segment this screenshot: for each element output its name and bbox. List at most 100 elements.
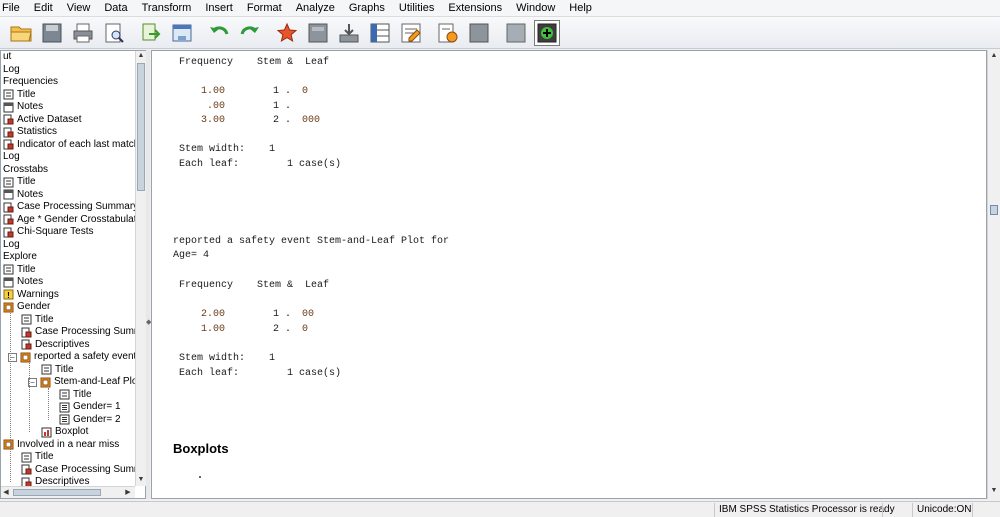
show-all-icon[interactable] <box>503 20 529 46</box>
outline-item[interactable]: Title <box>21 314 54 327</box>
undo-icon[interactable] <box>206 20 232 46</box>
outline-item[interactable]: Chi-Square Tests <box>3 226 94 239</box>
outline-item-label: Crosstabs <box>3 163 49 175</box>
outline-item[interactable]: Title <box>3 176 36 189</box>
outline-item[interactable]: Notes <box>3 276 43 289</box>
processor-status: IBM SPSS Statistics Processor is ready <box>714 503 895 517</box>
outline-item[interactable]: Descriptives <box>21 339 89 352</box>
scroll-left-arrow-icon[interactable]: ◀ <box>1 488 11 498</box>
recall-dialog-icon[interactable] <box>169 20 195 46</box>
title-icon <box>3 264 17 275</box>
menu-file[interactable]: File <box>0 0 27 17</box>
outline-item[interactable]: Gender= 1 <box>59 401 121 414</box>
add-output-icon[interactable] <box>534 19 560 46</box>
warning-icon: ! <box>3 289 17 300</box>
outline-item[interactable]: Case Processing Summary <box>3 201 135 214</box>
outline-item-label: Case Processing Summary <box>35 463 135 475</box>
menu-edit[interactable]: Edit <box>27 0 60 17</box>
plot-title: reported a safety event Stem-and-Leaf Pl… <box>173 236 450 247</box>
menu-analyze[interactable]: Analyze <box>289 0 342 17</box>
outline-item[interactable]: ut <box>3 51 11 64</box>
outline-item-label: Gender <box>17 301 51 312</box>
scroll-down-arrow-icon[interactable]: ▼ <box>136 475 146 485</box>
outline-item[interactable]: ! Warnings <box>3 289 59 302</box>
outline-item[interactable]: Boxplot <box>41 426 88 439</box>
outline-item[interactable]: Notes <box>3 189 43 202</box>
create-title-icon[interactable] <box>435 20 461 46</box>
outline-item-label: Gender= 2 <box>73 413 121 425</box>
export-icon[interactable] <box>138 20 164 46</box>
goto-variable-icon[interactable] <box>336 20 362 46</box>
outline-item[interactable]: Log <box>3 151 20 164</box>
scrollbar-thumb[interactable] <box>990 205 998 215</box>
outline-item-label: ut <box>3 51 12 62</box>
title-icon <box>41 364 55 375</box>
outline-item[interactable]: Title <box>3 89 36 102</box>
tree-connector <box>10 313 11 470</box>
outline-item[interactable]: Frequencies <box>3 76 58 89</box>
outline-item[interactable]: Descriptives <box>21 476 89 486</box>
outline-item[interactable]: Gender <box>3 301 50 314</box>
outline-item-label: Stem-and-Leaf Plots <box>54 376 135 387</box>
scrollbar-thumb[interactable] <box>137 63 145 191</box>
scroll-up-arrow-icon[interactable]: ▲ <box>136 51 146 61</box>
outline-horizontal-scrollbar[interactable]: ◀ ▶ <box>1 486 135 498</box>
designate-window-icon[interactable] <box>398 20 424 46</box>
menu-view[interactable]: View <box>60 0 98 17</box>
outline-vertical-scrollbar[interactable]: ▲ ▼ <box>135 51 146 486</box>
outline-item[interactable]: Active Dataset <box>3 114 81 127</box>
goto-data-icon[interactable] <box>274 20 300 46</box>
scroll-up-arrow-icon[interactable]: ▲ <box>989 51 999 61</box>
menu-data[interactable]: Data <box>97 0 134 17</box>
outline-item[interactable]: − reported a safety event <box>8 351 135 364</box>
outline-item-label: Notes <box>17 101 44 112</box>
menu-format[interactable]: Format <box>240 0 289 17</box>
goto-case-icon[interactable] <box>305 20 331 46</box>
print-icon[interactable] <box>70 20 96 46</box>
menu-insert[interactable]: Insert <box>198 0 240 17</box>
notes-icon <box>3 189 17 200</box>
redo-icon[interactable] <box>237 20 263 46</box>
outline-item[interactable]: Gender= 2 <box>59 414 121 427</box>
outline-tree: ut Log Frequencies Title Notes Active Dataset… <box>1 51 135 486</box>
stem-leaf-stem: 2 . <box>273 115 292 126</box>
toolbar <box>0 17 1000 49</box>
outline-item[interactable]: −Stem-and-Leaf Plots <box>28 376 135 389</box>
save-icon[interactable] <box>39 20 65 46</box>
outline-item[interactable]: Log <box>3 239 20 252</box>
menu-graphs[interactable]: Graphs <box>342 0 392 17</box>
outline-item[interactable]: Statistics <box>3 126 57 139</box>
menu-utilities[interactable]: Utilities <box>392 0 441 17</box>
output-vertical-scrollbar[interactable]: ▲ ▼ <box>987 50 1000 499</box>
outline-item[interactable]: Title <box>41 364 74 377</box>
outline-item[interactable]: Title <box>59 389 92 402</box>
table-icon <box>21 339 35 350</box>
stem-width-line: Stem width: 1 <box>179 144 276 155</box>
outline-item[interactable]: Title <box>3 264 36 277</box>
insert-heading-icon[interactable] <box>466 20 492 46</box>
pane-splitter[interactable]: ◆ <box>146 50 151 499</box>
outline-item[interactable]: Age * Gender Crosstabulation <box>3 214 135 227</box>
outline-item[interactable]: Explore <box>3 251 37 264</box>
plot-subtitle: Age= 4 <box>173 250 210 261</box>
stem-leaf-freq: 3.00 <box>201 115 226 126</box>
outline-item[interactable]: Log <box>3 64 20 77</box>
print-preview-icon[interactable] <box>101 20 127 46</box>
outline-item[interactable]: Crosstabs <box>3 164 48 177</box>
menu-window[interactable]: Window <box>509 0 562 17</box>
outline-item[interactable]: Title <box>21 451 54 464</box>
scrollbar-thumb[interactable] <box>13 489 101 496</box>
scroll-down-arrow-icon[interactable]: ▼ <box>989 486 999 496</box>
scroll-right-arrow-icon[interactable]: ▶ <box>123 488 133 498</box>
menu-extensions[interactable]: Extensions <box>441 0 509 17</box>
outline-item[interactable]: Case Processing Summary <box>21 464 135 477</box>
menu-transform[interactable]: Transform <box>135 0 199 17</box>
variables-icon[interactable] <box>367 20 393 46</box>
outline-item[interactable]: Indicator of each last matching <box>3 139 135 152</box>
open-folder-icon[interactable] <box>8 20 34 46</box>
outline-item[interactable]: Case Processing Summary <box>21 326 135 339</box>
outline-item[interactable]: Involved in a near miss <box>3 439 119 452</box>
menu-help[interactable]: Help <box>562 0 599 17</box>
outline-item-label: Chi-Square Tests <box>17 226 94 237</box>
outline-item[interactable]: Notes <box>3 101 43 114</box>
